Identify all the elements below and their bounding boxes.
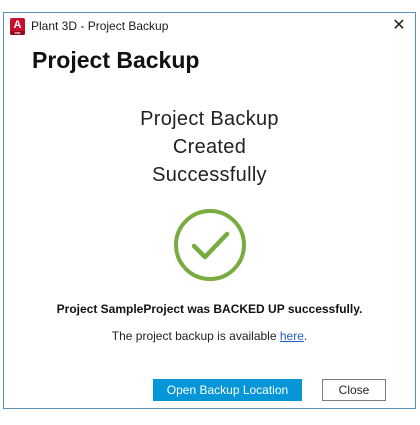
status-message-line: Created (172, 136, 247, 158)
status-message: Project Backup Created Successfully (4, 105, 415, 189)
status-message-line: Project Backup (140, 108, 279, 130)
success-text: Project SampleProject was BACKED UP succ… (56, 302, 363, 316)
dialog-window: A P3D Plant 3D - Project Backup ✕ Projec… (3, 12, 416, 409)
check-circle-icon (174, 209, 246, 281)
app-icon-sub: P3D (10, 31, 25, 35)
status-message-line: Successfully (152, 164, 267, 186)
window-title: Plant 3D - Project Backup (31, 19, 169, 33)
app-icon-letter: A (13, 19, 22, 31)
availability-text: The project backup is available here. (4, 329, 415, 343)
app-icon: A P3D (10, 18, 25, 35)
page-title: Project Backup (32, 47, 200, 73)
close-icon[interactable]: ✕ (387, 15, 411, 37)
availability-prefix: The project backup is available (111, 329, 280, 343)
availability-suffix: . (303, 329, 308, 343)
close-button[interactable]: Close (322, 379, 386, 401)
open-backup-location-button[interactable]: Open Backup Location (153, 379, 302, 401)
title-bar[interactable]: A P3D Plant 3D - Project Backup ✕ (4, 13, 415, 42)
here-link[interactable]: here (280, 329, 304, 343)
